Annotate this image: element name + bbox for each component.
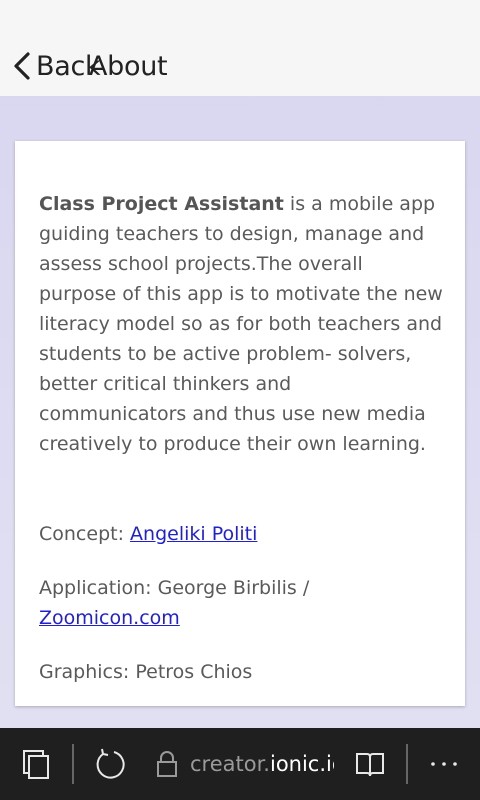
page-title: About [89, 50, 168, 82]
refresh-icon [96, 748, 125, 779]
browser-bottom-bar: creator.ionic.io [0, 728, 480, 800]
graphics-credit: Graphics: Petros Chios [39, 661, 253, 683]
about-card: Class Project Assistant is a mobile app … [15, 141, 465, 706]
screen: Back About Class Project Assistant is a … [0, 0, 480, 800]
refresh-button[interactable] [88, 728, 132, 800]
tabs-icon [23, 750, 49, 779]
url-prefix: creator. [190, 752, 270, 776]
divider [406, 744, 408, 784]
application-label: Application: George Birbilis / [39, 577, 310, 599]
concept-link[interactable]: Angeliki Politi [130, 523, 257, 545]
header-bar: Back About [0, 0, 480, 96]
lock-icon [156, 750, 178, 778]
application-credit: Application: George Birbilis / Zoomicon.… [39, 573, 443, 633]
address-bar[interactable]: creator.ionic.io [156, 728, 334, 800]
tabs-button[interactable] [14, 728, 58, 800]
intro-text: is a mobile app guiding teachers to desi… [39, 193, 443, 455]
reading-view-button[interactable] [348, 728, 392, 800]
concept-label: Concept: [39, 523, 131, 545]
app-name: Class Project Assistant [39, 193, 284, 215]
chevron-left-icon [14, 52, 30, 80]
divider [72, 744, 74, 784]
url-host: ionic.io [269, 752, 334, 776]
intro-paragraph: Class Project Assistant is a mobile app … [39, 189, 443, 459]
application-link[interactable]: Zoomicon.com [39, 607, 180, 629]
more-button[interactable] [422, 728, 466, 800]
concept-credit: Concept: Angeliki Politi [39, 519, 443, 549]
reading-view-icon [356, 753, 384, 777]
more-icon [431, 762, 457, 766]
back-button[interactable]: Back [8, 44, 101, 88]
